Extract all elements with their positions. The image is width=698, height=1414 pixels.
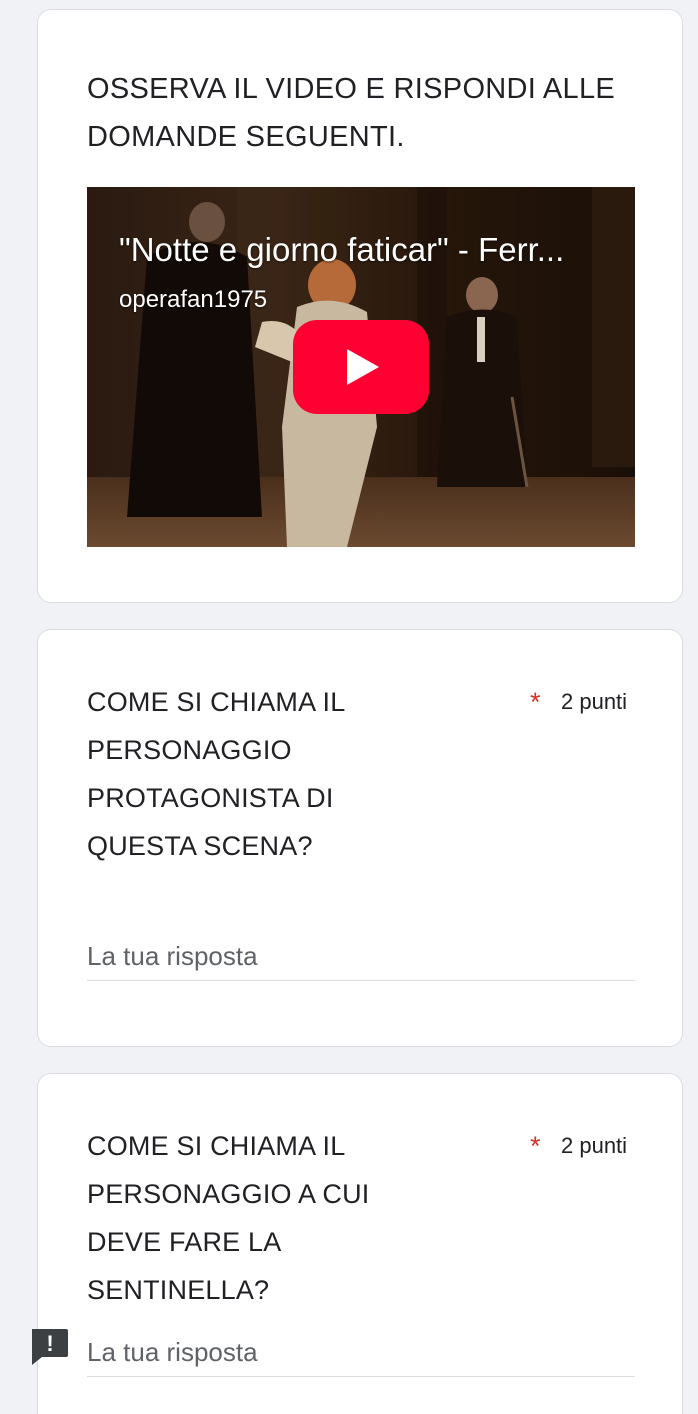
answer-input[interactable] [87,933,635,981]
error-badge-icon: ! [32,1329,68,1365]
play-button[interactable] [293,320,429,414]
section-title: OSSERVA IL VIDEO E RISPONDI ALLE DOMANDE… [87,73,616,153]
embedded-video[interactable]: "Notte e giorno faticar" - Ferr... opera… [87,187,635,547]
question-text: COME SI CHIAMA IL PERSONAGGIO A CUI DEVE… [87,1131,370,1305]
answer-input[interactable] [87,1329,635,1377]
points-label: 2 punti [561,689,628,714]
points-label: 2 punti [561,1133,628,1158]
question-text: COME SI CHIAMA IL PERSONAGGIO PROTAGONIS… [87,687,345,861]
intro-section-card: OSSERVA IL VIDEO E RISPONDI ALLE DOMANDE… [37,9,683,603]
question-card: COME SI CHIAMA IL PERSONAGGIO PROTAGONIS… [37,629,683,1047]
form-page: OSSERVA IL VIDEO E RISPONDI ALLE DOMANDE… [0,0,698,1414]
video-channel-name[interactable]: operafan1975 [119,286,267,314]
play-icon [347,349,379,385]
video-title[interactable]: "Notte e giorno faticar" - Ferr... [119,231,564,269]
error-badge-mark: ! [46,1331,53,1356]
question-card: COME SI CHIAMA IL PERSONAGGIO A CUI DEVE… [37,1073,683,1414]
required-asterisk: * [530,687,541,717]
required-asterisk: * [530,1131,541,1161]
